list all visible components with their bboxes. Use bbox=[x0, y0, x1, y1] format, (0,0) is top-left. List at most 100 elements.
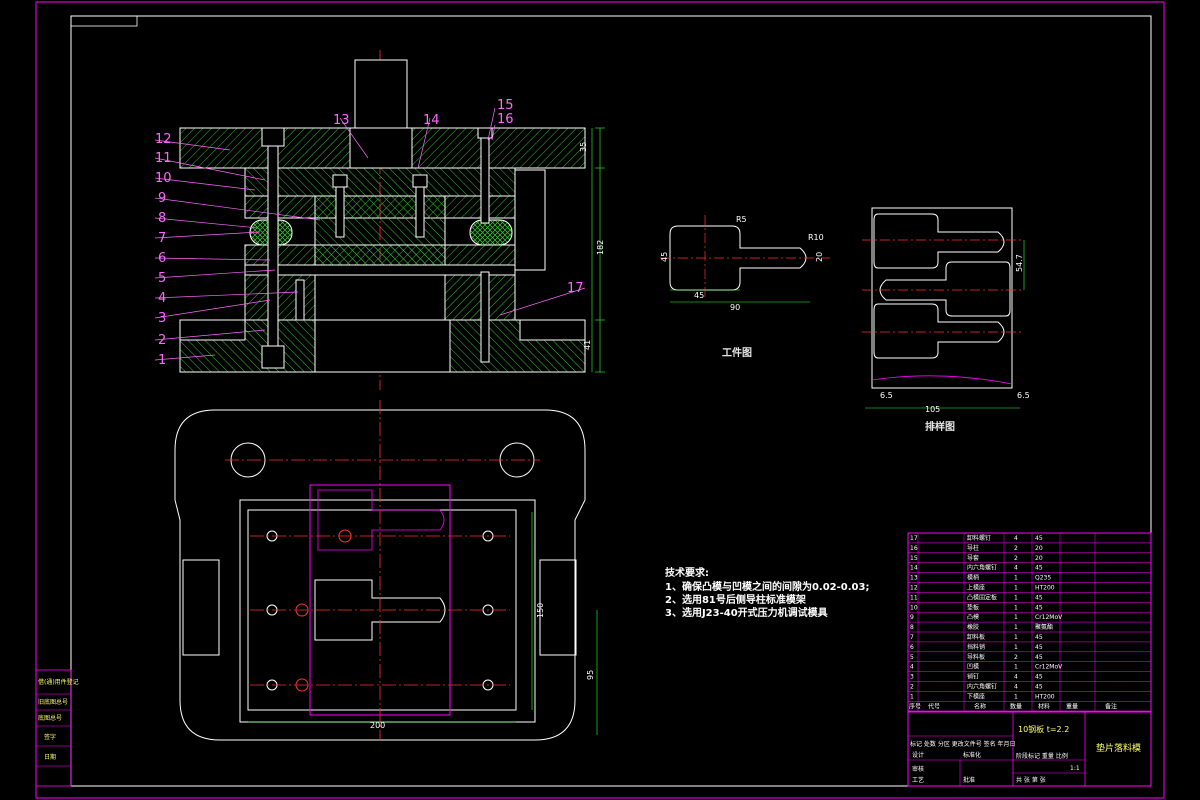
side-item-5: 日期 bbox=[44, 753, 56, 761]
outer-border bbox=[35, 1, 1165, 799]
bom-name: 下模座 bbox=[967, 692, 985, 700]
bom-qty: 2 bbox=[1014, 555, 1018, 562]
bom-name: 凸模 bbox=[967, 613, 979, 621]
bom-no: 15 bbox=[910, 555, 918, 562]
bom-name: 凸模固定板 bbox=[967, 593, 997, 601]
bom-no: 12 bbox=[910, 585, 918, 592]
bom-material: 45 bbox=[1035, 644, 1043, 651]
dim-r10: R10 bbox=[808, 233, 824, 242]
bom-material: 20 bbox=[1035, 545, 1043, 552]
bom-material: Q235 bbox=[1035, 575, 1051, 582]
bom-qty: 4 bbox=[1014, 684, 1018, 691]
bom-name: 卸料板 bbox=[967, 633, 985, 641]
bom-material: 45 bbox=[1035, 634, 1043, 641]
bom-name: 上模座 bbox=[967, 584, 985, 592]
bom-material: Cr12MoV bbox=[1035, 664, 1063, 671]
bom-name: 挡料销 bbox=[967, 643, 985, 651]
dim-45: 45 bbox=[694, 291, 704, 300]
tb-standardize: 标准化 bbox=[963, 751, 981, 759]
bom-qty: 1 bbox=[1014, 664, 1018, 671]
bom-header-0: 序号 bbox=[909, 702, 921, 710]
side-block: 借(通)用件登记 旧底图总号 底图总号 签字 日期 bbox=[35, 669, 79, 787]
tb-review: 审核 bbox=[912, 765, 924, 773]
workpiece-title: 工件图 bbox=[722, 346, 752, 359]
dim-r5: R5 bbox=[736, 215, 747, 224]
dim-35: 35 bbox=[579, 142, 588, 152]
bom-material: HT200 bbox=[1035, 585, 1055, 592]
tb-sheet-info: 共 张 第 张 bbox=[1016, 776, 1046, 784]
bom-header-5: 重量 bbox=[1066, 702, 1078, 710]
dim-width: 105 bbox=[925, 405, 940, 414]
bom-material: 45 bbox=[1035, 604, 1043, 611]
part-label-7: 7 bbox=[158, 231, 166, 246]
part-label-12: 12 bbox=[155, 132, 172, 147]
layout-title: 排样图 bbox=[925, 420, 955, 433]
part-label-14: 14 bbox=[423, 113, 440, 128]
bom-qty: 1 bbox=[1014, 575, 1018, 582]
bom-material: 45 bbox=[1035, 594, 1043, 601]
bom-no: 13 bbox=[910, 575, 918, 582]
bom-no: 4 bbox=[910, 664, 914, 671]
bom-no: 16 bbox=[910, 545, 918, 552]
bom-material: HT200 bbox=[1035, 693, 1055, 700]
bom-qty: 1 bbox=[1014, 614, 1018, 621]
tb-scale: 1:1 bbox=[1070, 765, 1080, 772]
bom-no: 2 bbox=[910, 684, 914, 691]
bom-material: 20 bbox=[1035, 555, 1043, 562]
part-label-10: 10 bbox=[155, 171, 172, 186]
side-item-4: 签字 bbox=[44, 733, 56, 741]
bom-no: 10 bbox=[910, 604, 918, 611]
bom-name: 卸料螺钉 bbox=[967, 534, 991, 542]
bom-name: 销钉 bbox=[967, 673, 979, 681]
part-label-9: 9 bbox=[158, 191, 166, 206]
tb-change-row: 标记 处数 分区 更改文件号 签名 年月日 bbox=[910, 740, 1016, 748]
bom-name: 内六角螺钉 bbox=[967, 683, 997, 691]
bom-header-1: 代号 bbox=[928, 702, 940, 710]
dim-150: 150 bbox=[536, 603, 545, 618]
bom-qty: 1 bbox=[1014, 585, 1018, 592]
tb-drawing-name: 垫片落料模 bbox=[1096, 742, 1141, 754]
bom-qty: 1 bbox=[1014, 644, 1018, 651]
bom-no: 17 bbox=[910, 535, 918, 542]
side-item-1: 借(通)用件登记 bbox=[38, 678, 79, 686]
part-label-3: 3 bbox=[158, 311, 166, 326]
bom-no: 6 bbox=[910, 644, 914, 651]
bom-qty: 1 bbox=[1014, 624, 1018, 631]
part-label-5: 5 bbox=[158, 271, 166, 286]
bom-material: 45 bbox=[1035, 654, 1043, 661]
bom-name: 导料板 bbox=[967, 653, 985, 661]
part-label-13: 13 bbox=[333, 113, 350, 128]
bom-header-6: 备注 bbox=[1105, 702, 1117, 710]
dim-41: 41 bbox=[583, 340, 592, 350]
part-label-8: 8 bbox=[158, 211, 166, 226]
bom-material: 45 bbox=[1035, 674, 1043, 681]
section-view: 35 182 41 1 2 3 4 5 6 7 8 9 10 11 12 13 … bbox=[154, 50, 605, 390]
tb-approve: 批准 bbox=[963, 776, 975, 784]
tb-process: 工艺 bbox=[912, 776, 924, 784]
corner-code-box bbox=[70, 15, 138, 27]
bom-name: 凹模 bbox=[967, 663, 979, 671]
bom-qty: 4 bbox=[1014, 565, 1018, 572]
dim-left: 6.5 bbox=[880, 391, 893, 400]
layout-drawing: 54.7 6.5 6.5 105 排样图 bbox=[862, 207, 1030, 433]
bom-no: 9 bbox=[910, 614, 914, 621]
bom-no: 11 bbox=[910, 594, 918, 601]
tb-material: 10钢板 t=2.2 bbox=[1018, 724, 1069, 734]
dim-200: 200 bbox=[370, 721, 385, 730]
part-label-15: 15 bbox=[497, 98, 514, 113]
bom-name: 橡胶 bbox=[967, 623, 979, 631]
bom-name: 模柄 bbox=[967, 574, 979, 582]
bom-qty: 4 bbox=[1014, 535, 1018, 542]
bom-material: 45 bbox=[1035, 684, 1043, 691]
bom-name: 垫板 bbox=[967, 603, 979, 611]
bom-material: 45 bbox=[1035, 565, 1043, 572]
bom-material: 45 bbox=[1035, 535, 1043, 542]
tb-stage: 阶段标记 重量 比例 bbox=[1016, 752, 1068, 760]
bom-qty: 1 bbox=[1014, 634, 1018, 641]
cad-drawing-canvas: 35 182 41 1 2 3 4 5 6 7 8 9 10 11 12 13 … bbox=[35, 1, 1165, 799]
tech-line-1: 1、确保凸模与凹模之间的间隙为0.02-0.03; bbox=[665, 580, 869, 593]
tb-design: 设计 bbox=[912, 751, 924, 759]
bom-no: 5 bbox=[910, 654, 914, 661]
bom-no: 3 bbox=[910, 674, 914, 681]
bom-qty: 4 bbox=[1014, 674, 1018, 681]
